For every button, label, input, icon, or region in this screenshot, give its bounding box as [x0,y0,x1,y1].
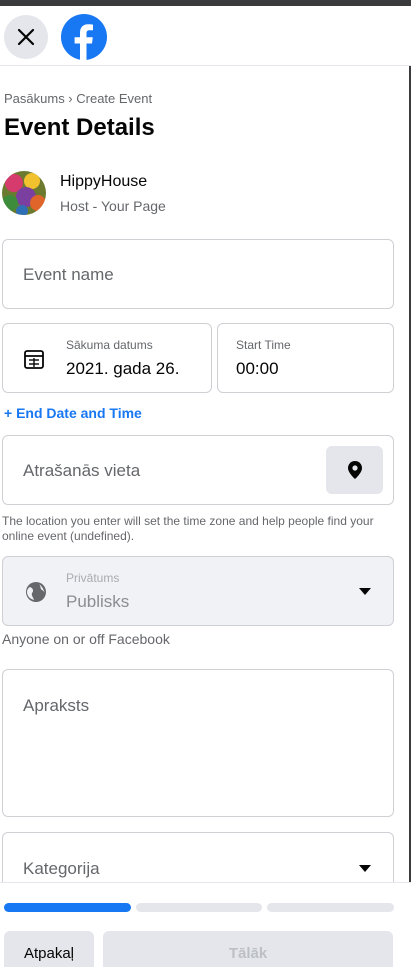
footer-bar: Atpakaļ Tālāk [0,882,411,967]
progress-step-3 [267,903,394,912]
next-button[interactable]: Tālāk [103,931,393,967]
close-icon [17,28,35,46]
event-name-input[interactable]: Event name [2,239,394,309]
start-date-field[interactable]: Sākuma datums 2021. gada 26. [2,323,212,393]
host-name: HippyHouse [60,173,148,190]
host-info: HippyHouse Host - Your Page [2,171,402,219]
location-pin-button[interactable] [326,446,383,494]
privacy-label: Privātums [66,571,120,585]
description-textarea[interactable]: Apraksts [2,669,394,817]
calendar-icon [24,350,44,369]
privacy-value: Publisks [66,592,130,611]
host-role: Host - Your Page [60,198,166,214]
back-button[interactable]: Atpakaļ [4,931,94,967]
end-date-time-link[interactable]: + End Date and Time [4,405,142,421]
event-name-placeholder: Event name [23,265,114,284]
start-time-field[interactable]: Start Time 00:00 [217,323,394,393]
facebook-logo-icon[interactable] [61,14,107,60]
start-time-label: Start Time [236,338,291,352]
location-hint: The location you enter will set the time… [2,514,374,543]
header-bar [0,6,411,66]
start-date-label: Sākuma datums [66,338,153,352]
location-input[interactable]: Atrašanās vieta [2,435,394,505]
progress-step-2 [136,903,262,912]
description-placeholder: Apraksts [23,696,90,715]
chevron-down-icon [359,865,371,872]
start-date-value: 2021. gada 26. [66,359,180,378]
page-title: Event Details [4,114,155,141]
location-pin-icon [347,461,362,479]
location-placeholder: Atrašanās vieta [23,461,141,480]
privacy-note: Anyone on or off Facebook [2,631,170,647]
privacy-select[interactable]: Privātums Publisks [2,556,394,626]
category-placeholder: Kategorija [23,859,100,878]
avatar-image [2,171,46,215]
breadcrumb[interactable]: Pasākums › Create Event [4,91,152,106]
start-time-value: 00:00 [236,359,279,378]
close-button[interactable] [4,15,48,59]
progress-step-1 [4,903,131,912]
globe-icon [26,582,46,602]
chevron-down-icon [359,588,371,595]
avatar[interactable] [2,171,46,215]
